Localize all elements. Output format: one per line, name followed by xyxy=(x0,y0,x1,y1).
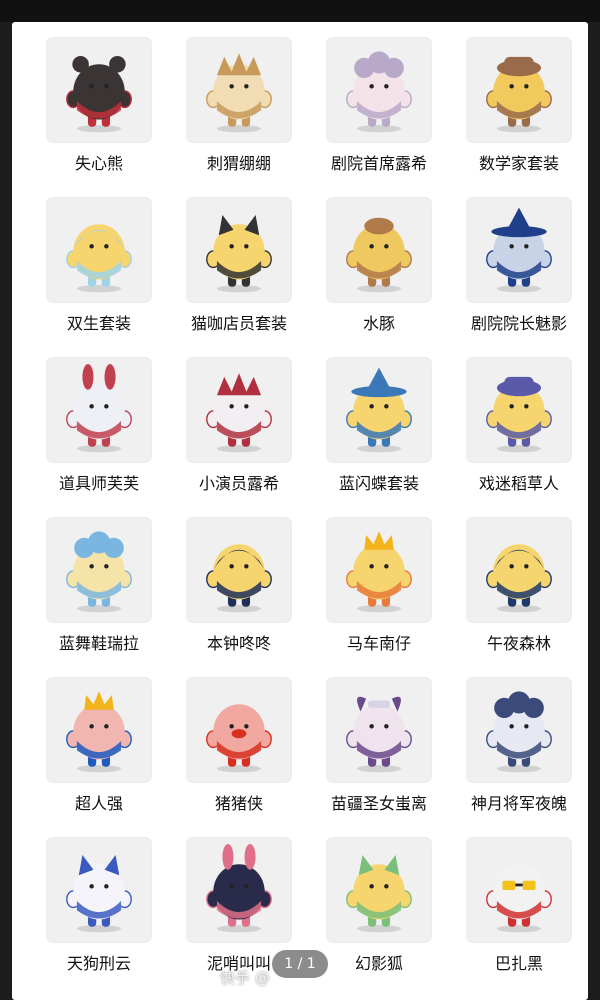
costume-name: 失心熊 xyxy=(74,154,123,173)
costume-item[interactable]: 水豚 xyxy=(309,197,449,357)
costume-figure-icon[interactable] xyxy=(186,357,292,463)
costume-figure-icon[interactable] xyxy=(186,677,292,783)
costume-name: 剧院首席露希 xyxy=(330,154,427,173)
costume-item[interactable]: 剧院院长魅影 xyxy=(449,197,588,357)
costume-figure-icon[interactable] xyxy=(186,37,292,143)
costume-name: 刺猬绷绷 xyxy=(206,154,271,173)
costume-figure-icon[interactable] xyxy=(466,197,572,303)
watermark: 快手 @ xyxy=(220,969,270,987)
costume-name: 双生套装 xyxy=(66,314,131,333)
costume-figure-icon[interactable] xyxy=(326,837,432,943)
costume-figure-icon[interactable] xyxy=(466,677,572,783)
costume-figure-icon[interactable] xyxy=(326,37,432,143)
costume-name: 马车南仔 xyxy=(346,634,411,653)
costume-item[interactable]: 数学家套装 xyxy=(449,37,588,197)
costume-item[interactable]: 本钟咚咚 xyxy=(169,517,309,677)
costume-item[interactable]: 天狗刑云 xyxy=(29,837,169,997)
costume-item[interactable]: 双生套装 xyxy=(29,197,169,357)
costume-name: 苗疆圣女蚩离 xyxy=(330,794,427,813)
costume-item[interactable]: 小演员露希 xyxy=(169,357,309,517)
costume-item[interactable]: 马车南仔 xyxy=(309,517,449,677)
costume-item[interactable]: 蓝舞鞋瑞拉 xyxy=(29,517,169,677)
costume-item[interactable]: 猪猪侠 xyxy=(169,677,309,837)
costume-item[interactable]: 失心熊 xyxy=(29,37,169,197)
costume-name: 剧院院长魅影 xyxy=(470,314,567,333)
costume-item[interactable]: 苗疆圣女蚩离 xyxy=(309,677,449,837)
costume-name: 蓝闪蝶套装 xyxy=(338,474,419,493)
costume-figure-icon[interactable] xyxy=(326,517,432,623)
costume-item[interactable]: 蓝闪蝶套装 xyxy=(309,357,449,517)
costume-item[interactable]: 刺猬绷绷 xyxy=(169,37,309,197)
costume-figure-icon[interactable] xyxy=(46,197,152,303)
costume-name: 蓝舞鞋瑞拉 xyxy=(58,634,139,653)
costume-figure-icon[interactable] xyxy=(46,357,152,463)
costume-figure-icon[interactable] xyxy=(326,197,432,303)
costume-item[interactable]: 神月将军夜魄 xyxy=(449,677,588,837)
costume-name: 巴扎黑 xyxy=(494,954,543,973)
costume-name: 数学家套装 xyxy=(478,154,559,173)
costume-item[interactable]: 道具师芙芙 xyxy=(29,357,169,517)
costume-figure-icon[interactable] xyxy=(326,357,432,463)
costume-item[interactable]: 午夜森林 xyxy=(449,517,588,677)
costume-figure-icon[interactable] xyxy=(466,517,572,623)
status-bar xyxy=(0,0,600,22)
costume-figure-icon[interactable] xyxy=(186,837,292,943)
costume-item[interactable]: 剧院首席露希 xyxy=(309,37,449,197)
costume-figure-icon[interactable] xyxy=(186,197,292,303)
costume-item[interactable]: 幻影狐 xyxy=(309,837,449,997)
costume-name: 幻影狐 xyxy=(354,954,403,973)
costume-item[interactable]: 超人强 xyxy=(29,677,169,837)
costume-name: 本钟咚咚 xyxy=(206,634,271,653)
costume-name: 戏迷稻草人 xyxy=(478,474,559,493)
costume-figure-icon[interactable] xyxy=(186,517,292,623)
costume-figure-icon[interactable] xyxy=(466,37,572,143)
costume-figure-icon[interactable] xyxy=(326,677,432,783)
costume-name: 猫咖店员套装 xyxy=(190,314,287,333)
costume-figure-icon[interactable] xyxy=(466,837,572,943)
page-indicator[interactable]: 1 / 1 xyxy=(272,950,328,978)
costume-name: 小演员露希 xyxy=(198,474,279,493)
costume-figure-icon[interactable] xyxy=(46,837,152,943)
costume-figure-icon[interactable] xyxy=(466,357,572,463)
costume-name: 天狗刑云 xyxy=(66,954,131,973)
costume-figure-icon[interactable] xyxy=(46,517,152,623)
costume-item[interactable]: 巴扎黑 xyxy=(449,837,588,997)
costume-name: 午夜森林 xyxy=(486,634,551,653)
costume-card: 失心熊 刺猬绷绷 剧院首席露希 数学家套装 双生套装 猫咖店员套装 水豚 剧院院… xyxy=(12,22,588,1000)
costume-name: 猪猪侠 xyxy=(214,794,263,813)
costume-name: 神月将军夜魄 xyxy=(470,794,567,813)
costume-figure-icon[interactable] xyxy=(46,677,152,783)
costume-name: 道具师芙芙 xyxy=(58,474,139,493)
costume-item[interactable]: 戏迷稻草人 xyxy=(449,357,588,517)
costume-name: 超人强 xyxy=(74,794,123,813)
costume-figure-icon[interactable] xyxy=(46,37,152,143)
costume-grid: 失心熊 刺猬绷绷 剧院首席露希 数学家套装 双生套装 猫咖店员套装 水豚 剧院院… xyxy=(29,37,588,997)
costume-name: 水豚 xyxy=(362,314,395,333)
costume-item[interactable]: 猫咖店员套装 xyxy=(169,197,309,357)
